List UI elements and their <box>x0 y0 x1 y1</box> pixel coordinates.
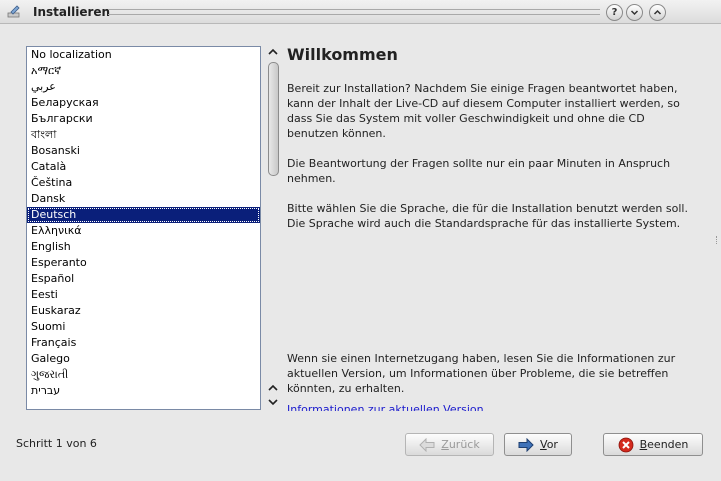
language-list[interactable]: No localization አማርኛ عربي Беларуская Българс… <box>26 46 261 410</box>
arrow-left-icon <box>419 437 435 453</box>
next-button[interactable]: Vor <box>504 433 572 456</box>
language-item[interactable]: No localization <box>27 47 260 63</box>
language-item[interactable]: Eesti <box>27 287 260 303</box>
language-item[interactable]: Français <box>27 335 260 351</box>
language-item[interactable]: Dansk <box>27 191 260 207</box>
language-item[interactable]: Esperanto <box>27 255 260 271</box>
language-item[interactable]: Deutsch <box>27 207 260 223</box>
installer-icon <box>6 4 22 20</box>
content-scrollbar[interactable] <box>266 46 280 410</box>
intro-paragraph: Bereit zur Installation? Nachdem Sie ein… <box>287 82 680 140</box>
language-item[interactable]: বাংলা <box>27 127 260 143</box>
language-item[interactable]: Galego <box>27 351 260 367</box>
back-button-label: Zurück <box>441 438 480 451</box>
quit-icon <box>618 437 634 453</box>
scroll-track[interactable] <box>267 62 279 378</box>
scroll-thumb[interactable] <box>268 62 279 176</box>
chevron-up-icon <box>268 48 278 55</box>
chevron-down-icon <box>268 399 278 406</box>
duration-paragraph: Die Beantwortung der Fragen sollte nur e… <box>287 157 671 185</box>
minimize-button[interactable] <box>626 4 643 21</box>
step-indicator: Schritt 1 von 6 <box>16 437 97 450</box>
language-item[interactable]: Euskaraz <box>27 303 260 319</box>
language-item[interactable]: Español <box>27 271 260 287</box>
language-item[interactable]: Català <box>27 159 260 175</box>
title-decoration <box>108 9 600 15</box>
language-item[interactable]: Suomi <box>27 319 260 335</box>
language-item[interactable]: عربي <box>27 79 260 95</box>
maximize-button[interactable] <box>649 4 666 21</box>
language-paragraph: Bitte wählen Sie die Sprache, die für di… <box>287 202 688 230</box>
language-item[interactable]: Bosanski <box>27 143 260 159</box>
title-bar[interactable]: Installieren ? <box>0 0 721 24</box>
resize-grip[interactable] <box>716 236 719 244</box>
help-icon: ? <box>611 6 618 18</box>
chevron-up-icon <box>268 384 278 391</box>
page-title: Willkommen <box>287 45 398 64</box>
internet-paragraph: Wenn sie einen Internetzugang haben, les… <box>287 352 676 395</box>
language-item[interactable]: עברית <box>27 383 260 399</box>
quit-button[interactable]: Beenden <box>603 433 703 456</box>
next-button-label: Vor <box>540 438 558 451</box>
language-item[interactable]: English <box>27 239 260 255</box>
scroll-up-button-lower[interactable] <box>267 382 279 394</box>
language-item[interactable]: Български <box>27 111 260 127</box>
scroll-down-button[interactable] <box>267 396 279 408</box>
help-button[interactable]: ? <box>606 4 623 21</box>
quit-button-label: Beenden <box>639 438 689 451</box>
language-item[interactable]: Беларуская <box>27 95 260 111</box>
release-notes-link[interactable]: Informationen zur aktuellen Version <box>287 404 697 411</box>
chevron-up-icon <box>653 9 662 15</box>
language-item[interactable]: Ελληνικά <box>27 223 260 239</box>
language-item[interactable]: Čeština <box>27 175 260 191</box>
language-item[interactable]: አማርኛ <box>27 63 260 79</box>
arrow-right-icon <box>518 437 534 453</box>
language-item[interactable]: ગુજરાતી <box>27 367 260 383</box>
back-button[interactable]: Zurück <box>405 433 494 456</box>
chevron-down-icon <box>630 10 639 16</box>
scroll-up-button[interactable] <box>267 46 279 58</box>
window-title: Installieren <box>33 5 111 19</box>
